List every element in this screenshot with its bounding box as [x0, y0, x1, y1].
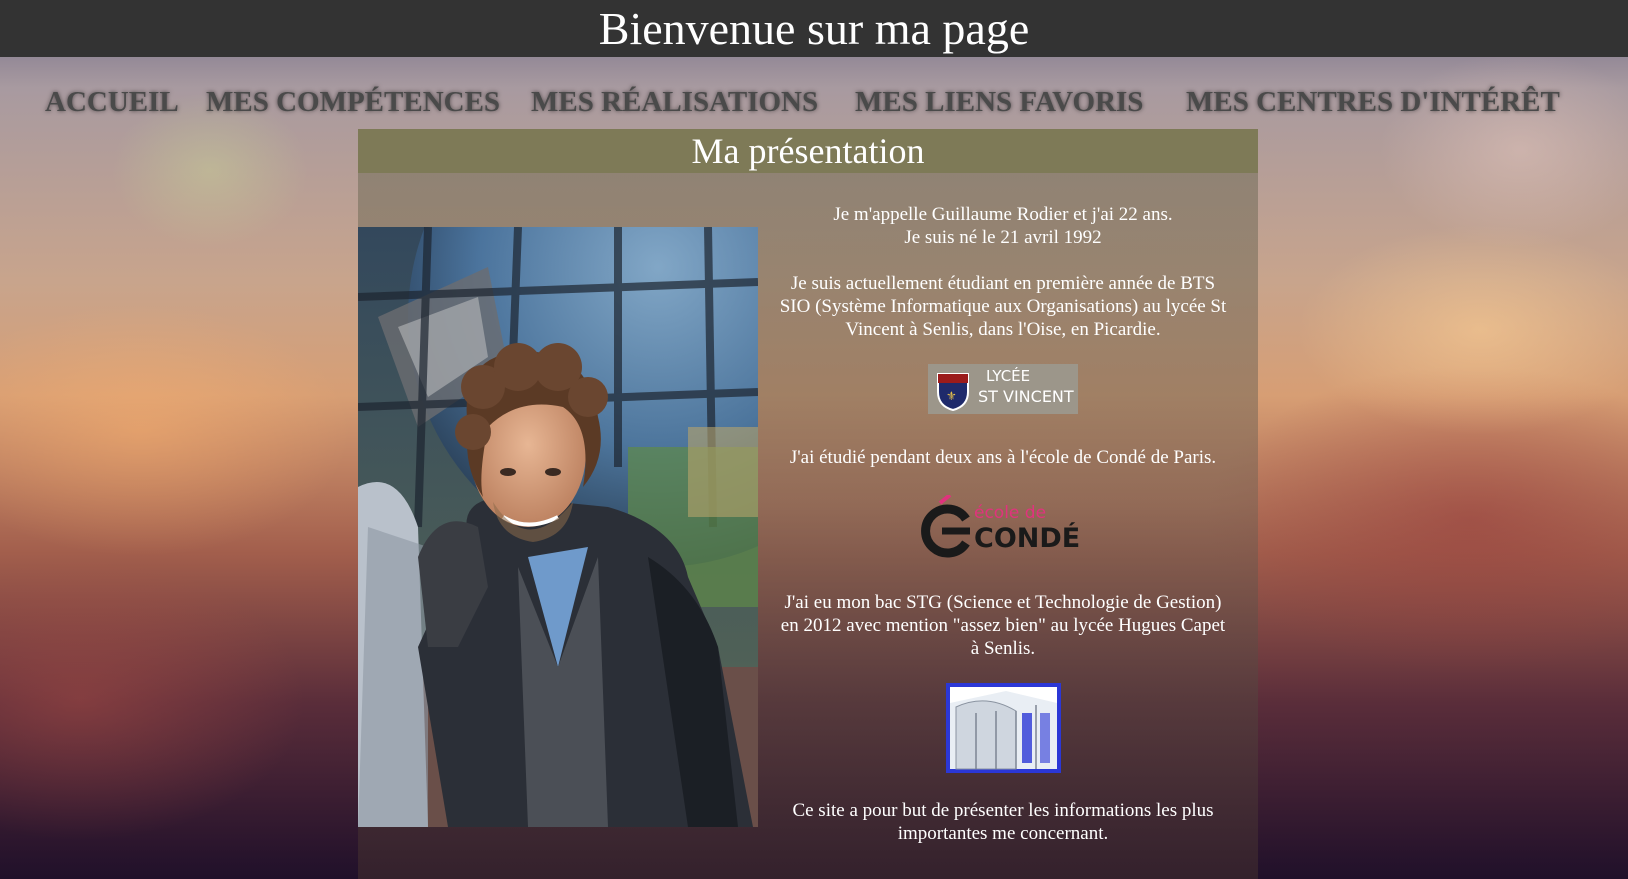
nav-item-competences[interactable]: MES COMPÉTENCES — [206, 78, 500, 126]
site-header: Bienvenue sur ma page — [0, 0, 1628, 57]
conde-logo-line2: CONDÉ — [974, 523, 1081, 554]
ecole-conde-logo: école de CONDÉ — [778, 489, 1228, 559]
intro-line-1: Je m'appelle Guillaume Rodier et j'ai 22… — [833, 204, 1173, 225]
purpose-text: Ce site a pour but de présenter les info… — [792, 800, 1214, 844]
site-title: Bienvenue sur ma page — [598, 3, 1030, 54]
lycee-st-vincent-logo: ⚜ LYCÉE ST VINCENT — [778, 364, 1228, 414]
conde-logo-line1: école de — [974, 503, 1047, 523]
svg-text:⚜: ⚜ — [946, 389, 957, 403]
conde-text: J'ai étudié pendant deux ans à l'école d… — [789, 447, 1217, 468]
profile-photo — [358, 227, 758, 827]
presentation-panel: Ma présentation Je m'appelle Guillaume R… — [358, 129, 1258, 879]
lycee-logo-line1: LYCÉE — [986, 367, 1031, 385]
nav-item-realisations[interactable]: MES RÉALISATIONS — [531, 78, 818, 126]
intro-line-2: Je suis né le 21 avril 1992 — [904, 227, 1102, 248]
lycee-logo-line2: ST VINCENT — [978, 387, 1074, 406]
nav-item-centres-interet[interactable]: MES CENTRES D'INTÉRÊT — [1186, 78, 1560, 126]
presentation-text: Je m'appelle Guillaume Rodier et j'ai 22… — [778, 203, 1228, 845]
nav-item-accueil[interactable]: ACCUEIL — [45, 78, 179, 126]
bac-text: J'ai eu mon bac STG (Science et Technolo… — [780, 592, 1226, 659]
nav-item-liens-favoris[interactable]: MES LIENS FAVORIS — [855, 78, 1143, 126]
panel-title: Ma présentation — [358, 129, 1258, 173]
study-text: Je suis actuellement étudiant en premièr… — [779, 273, 1227, 340]
main-nav: ACCUEIL MES COMPÉTENCES MES RÉALISATIONS… — [0, 78, 1628, 126]
lycee-hugues-capet-logo — [778, 683, 1228, 773]
